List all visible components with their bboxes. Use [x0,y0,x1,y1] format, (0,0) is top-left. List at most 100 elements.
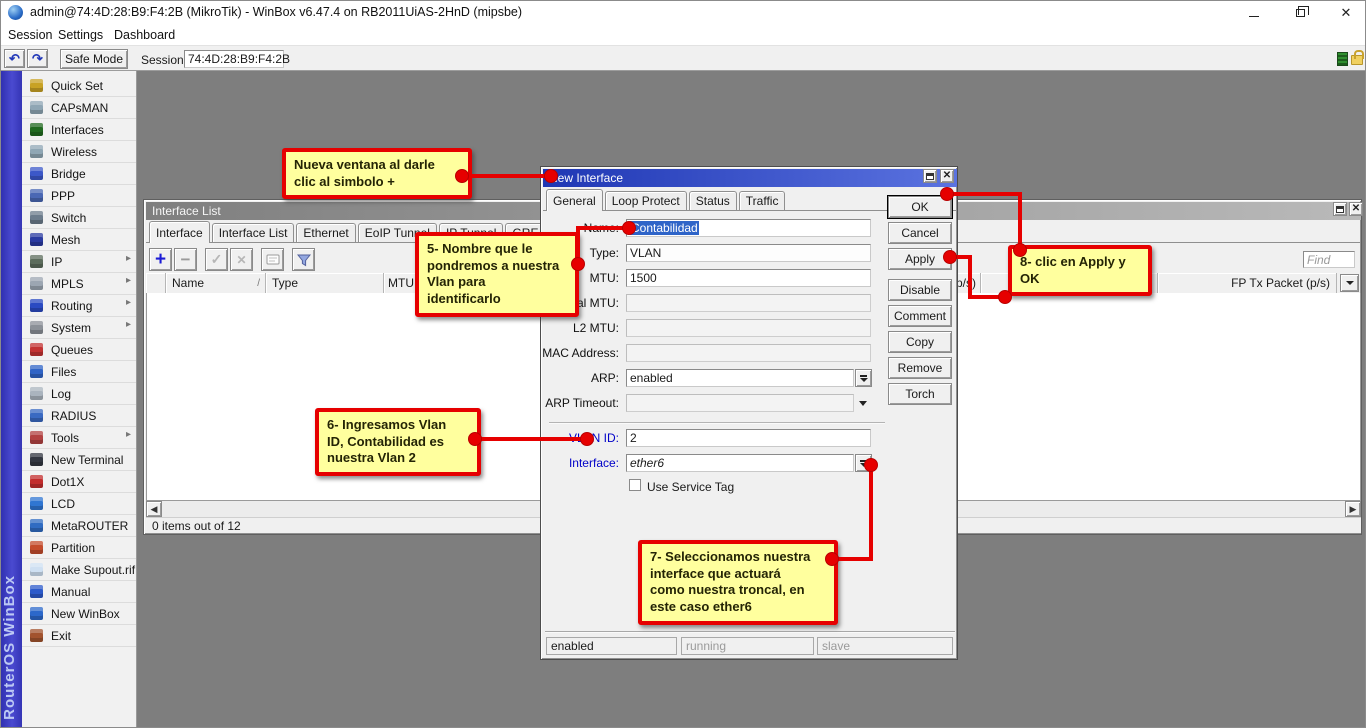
sidebar-item[interactable]: Log [22,383,136,405]
session-input[interactable]: 74:4D:28:B9:F4:2B [184,50,284,68]
chevron-down-icon [1346,281,1354,285]
menu-dashboard[interactable]: Dashboard [114,28,175,42]
tab-traffic[interactable]: Traffic [739,191,786,210]
sidebar-item[interactable]: Wireless [22,141,136,163]
find-input[interactable] [1303,251,1355,268]
sidebar-item[interactable]: Mesh [22,229,136,251]
interface-dropdown-button[interactable] [855,454,872,472]
scroll-left-button[interactable]: ◀ [146,501,162,517]
mtu-input[interactable]: 1500 [626,269,871,287]
sidebar-item[interactable]: Dot1X [22,471,136,493]
sidebar-item[interactable]: RADIUS [22,405,136,427]
tab-ethernet[interactable]: Ethernet [296,223,355,242]
sidebar-item-icon [30,563,43,576]
sidebar-item-label: Tools [51,431,79,445]
sidebar-item-icon [30,431,43,444]
sidebar-item-icon [30,343,43,356]
column-header-name[interactable]: Name / [166,273,266,293]
remove-button[interactable]: − [174,248,197,271]
dialog-close-button[interactable]: ✕ [940,169,954,183]
sidebar-item[interactable]: Switch [22,207,136,229]
tab-interface-list[interactable]: Interface List [212,223,295,242]
tab-general[interactable]: General [546,189,603,211]
comment-card-icon [266,253,280,266]
tab-loop-protect[interactable]: Loop Protect [605,191,687,210]
sidebar-item[interactable]: MPLS ▸ [22,273,136,295]
column-select-dropdown-button[interactable] [1340,274,1359,292]
use-service-tag-checkbox[interactable] [629,479,641,491]
dialog-titlebar[interactable]: New Interface [543,169,957,187]
add-button[interactable]: + [149,248,172,271]
scroll-right-button[interactable]: ▶ [1345,501,1361,517]
submenu-arrow-icon: ▸ [126,275,131,286]
tab-status[interactable]: Status [689,191,737,210]
disable-button[interactable]: Disable [888,279,952,301]
close-button[interactable]: ✕ [1328,1,1364,24]
sidebar-item-icon [30,233,43,246]
window-close-button[interactable]: ✕ [1349,202,1363,216]
enable-button[interactable]: ✓ [205,248,228,271]
tab-interface[interactable]: Interface [149,221,210,243]
sidebar-item[interactable]: IP ▸ [22,251,136,273]
sidebar-item[interactable]: Quick Set [22,75,136,97]
menu-settings[interactable]: Settings [58,28,103,42]
sidebar-item[interactable]: New WinBox [22,603,136,625]
sidebar-item[interactable]: CAPsMAN [22,97,136,119]
sidebar-item[interactable]: Bridge [22,163,136,185]
filter-button[interactable] [292,248,315,271]
copy-button[interactable]: Copy [888,331,952,353]
l2-mtu-label: L2 MTU: [573,321,619,335]
cancel-button[interactable]: Cancel [888,222,952,244]
ok-button[interactable]: OK [888,196,952,218]
sidebar-item[interactable]: Tools ▸ [22,427,136,449]
sidebar-item[interactable]: LCD [22,493,136,515]
apply-button[interactable]: Apply [888,248,952,270]
type-value: VLAN [630,246,661,260]
dropdown-icon [860,460,867,462]
sidebar-item[interactable]: New Terminal [22,449,136,471]
safe-mode-button[interactable]: Safe Mode [60,49,128,69]
sidebar-item[interactable]: Exit [22,625,136,647]
menu-session[interactable]: Session [8,28,52,42]
window-restore-button[interactable] [1333,202,1347,216]
comment-button[interactable]: Comment [888,305,952,327]
sidebar-item[interactable]: MetaROUTER [22,515,136,537]
comment-button[interactable] [261,248,284,271]
undo-button[interactable]: ↶ [4,49,25,68]
sidebar-item[interactable]: Manual [22,581,136,603]
name-input[interactable]: Contabilidad [626,219,871,237]
sidebar-item[interactable]: Queues [22,339,136,361]
arp-dropdown-button[interactable] [855,369,872,387]
interface-value: ether6 [630,456,664,470]
sidebar-item-label: Bridge [51,167,86,181]
column-header-blank[interactable] [146,273,166,293]
column-header-fp-tx-packet[interactable]: FP Tx Packet (p/s) [1158,273,1337,293]
sidebar-item-label: LCD [51,497,75,511]
dialog-restore-button[interactable] [923,169,937,183]
arp-select[interactable]: enabled [626,369,854,387]
sidebar-item-label: CAPsMAN [51,101,108,115]
vlan-id-label: VLAN ID: [569,431,619,445]
sidebar-item[interactable]: System ▸ [22,317,136,339]
redo-button[interactable]: ↷ [27,49,48,68]
minimize-button[interactable] [1236,1,1272,24]
torch-button[interactable]: Torch [888,383,952,405]
arp-timeout-dropdown-icon[interactable] [859,401,867,406]
sidebar-item[interactable]: Files [22,361,136,383]
sidebar-item[interactable]: Partition [22,537,136,559]
arp-timeout-field [626,394,854,412]
sidebar-item-label: Log [51,387,71,401]
interface-select[interactable]: ether6 [626,454,854,472]
sidebar-item[interactable]: Interfaces [22,119,136,141]
sidebar-item[interactable]: Make Supout.rif [22,559,136,581]
sidebar-item-label: Files [51,365,76,379]
remove-button[interactable]: Remove [888,357,952,379]
vlan-id-input[interactable]: 2 [626,429,871,447]
disable-button[interactable]: ✕ [230,248,253,271]
interface-label: Interface: [569,456,619,470]
tab-label: Interface [156,226,203,240]
column-header-type[interactable]: Type [266,273,384,293]
sidebar-item[interactable]: Routing ▸ [22,295,136,317]
restore-button[interactable] [1282,1,1318,24]
sidebar-item[interactable]: PPP [22,185,136,207]
